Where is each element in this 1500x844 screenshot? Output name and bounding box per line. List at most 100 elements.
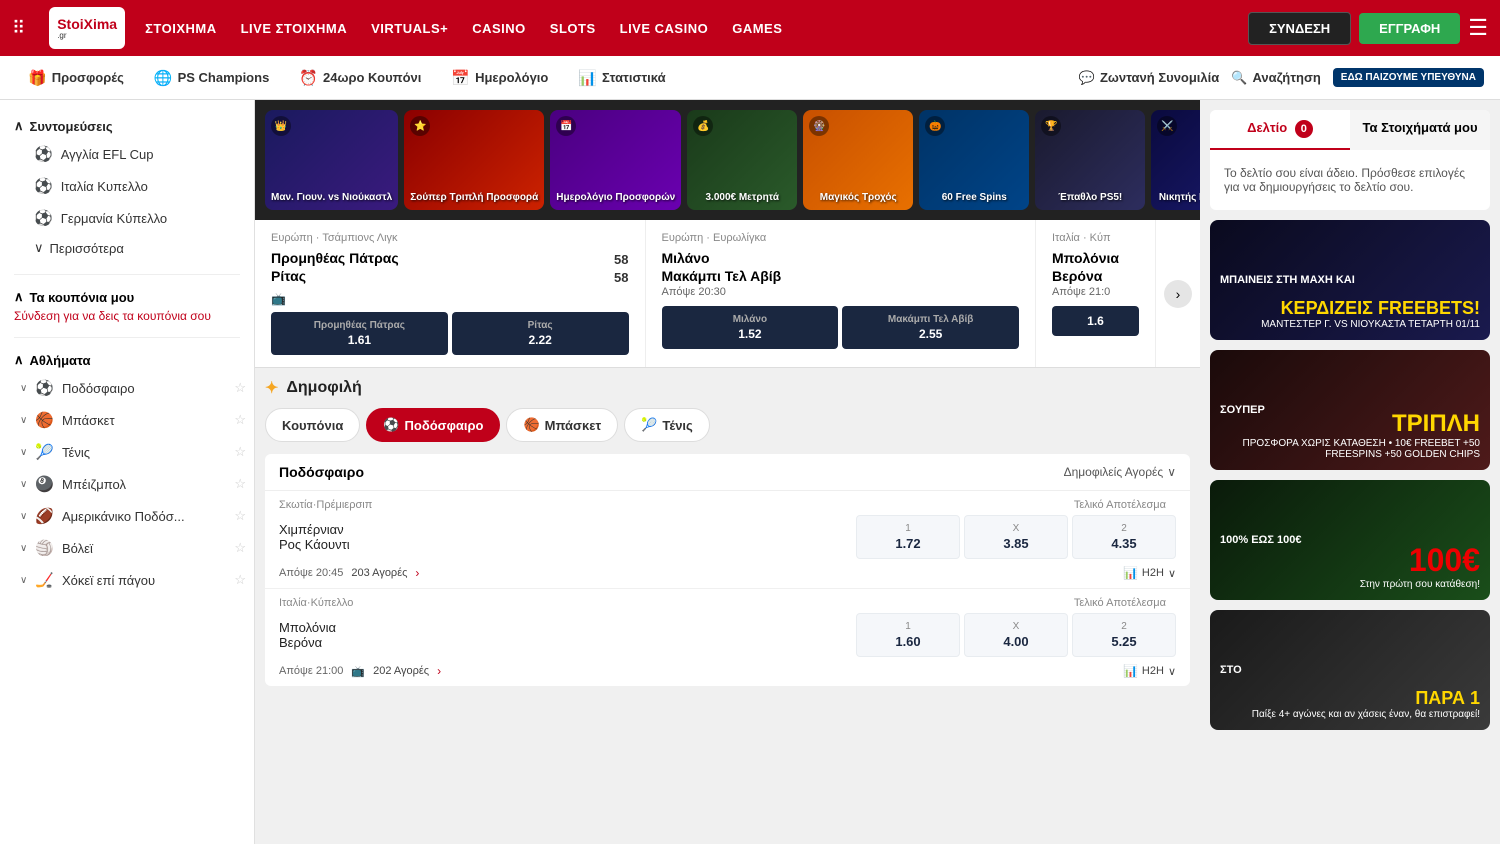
coupons-title[interactable]: ∧ Τα κουπόνια μου [14,289,240,305]
promo-banner-1[interactable]: ΤΡΙΠΛΗ ΠΡΟΣΦΟΡΑ ΧΩΡΙΣ ΚΑΤΑΘΕΣΗ • 10€ FRE… [1210,350,1490,470]
tab-basketball[interactable]: 🏀 Μπάσκετ [506,408,618,442]
promo-banner-3[interactable]: ΠΑΡΑ 1 Παίξε 4+ αγώνες και αν χάσεις ένα… [1210,610,1490,730]
odd-btn-team2-1[interactable]: Μακάμπι Τελ Αβίβ 2.55 [842,306,1019,349]
tab-football[interactable]: ⚽ Ποδόσφαιρο [366,408,500,442]
promo-card-3[interactable]: 💰 3.000€ Μετρητά [687,110,797,210]
promo-card-2[interactable]: 📅 Ημερολόγιο Προσφορών [550,110,681,210]
tab-couponia[interactable]: Κουπόνια [265,408,360,442]
odds-x-0[interactable]: Χ 3.85 [964,515,1068,559]
star-icon-amfootball[interactable]: ☆ [234,508,246,524]
promo-label-5: 60 Free Spins [942,192,1007,204]
sidebar-item-hockey[interactable]: ∨ 🏒 Χόκεϊ επί πάγου ☆ [0,564,254,596]
promo-icon-4: 🎡 [809,116,829,136]
odd-btn-team1-0[interactable]: Προμηθέας Πάτρας 1.61 [271,312,448,355]
chevron-down-markets: ∨ [1167,465,1176,479]
promo-card-1[interactable]: ⭐ Σούπερ Τριπλή Προσφορά [404,110,544,210]
stats-nav-item[interactable]: 📊 Στατιστικά [566,63,677,93]
grid-icon[interactable]: ⠿ [12,18,25,39]
calendar-nav-item[interactable]: 📅 Ημερολόγιο [439,63,560,93]
banner-left-2: 100% ΕΩΣ 100€ [1220,534,1301,546]
sports-title[interactable]: ∧ Αθλήματα [0,344,254,372]
odds-1-0[interactable]: 1 1.72 [856,515,960,559]
sidebar-divider-1 [14,274,240,275]
more-label: Περισσότερα [50,241,124,256]
odds-2-1[interactable]: 2 5.25 [1072,613,1176,657]
sidebar-item-germany-label: Γερμανία Κύπελλο [61,211,167,226]
login-button[interactable]: ΣΥΝΔΕΣΗ [1248,12,1351,45]
sidebar-item-baseball[interactable]: ∨ 🎱 Μπέιζμπολ ☆ [0,468,254,500]
tab-tennis[interactable]: 🎾 Τένις [624,408,710,442]
nav-live[interactable]: LIVE ΣΤΟΙΧΗΜΑ [241,21,348,36]
sidebar-item-tennis[interactable]: ∨ 🎾 Τένις ☆ [0,436,254,468]
odds-x-1[interactable]: Χ 4.00 [964,613,1068,657]
promo-icon-7: ⚔️ [1157,116,1177,136]
sidebar-item-italy-cup[interactable]: ⚽ Ιταλία Κυπελλο [14,170,240,202]
logo[interactable]: StoiXima .gr [49,7,125,49]
chevron-down-icon: ∨ [34,240,44,256]
nav-games[interactable]: GAMES [732,21,782,36]
nav-stoixima[interactable]: ΣΤΟΙΧΗΜΑ [145,21,217,36]
row-h2h-0[interactable]: 📊 H2H ∨ [1123,566,1176,580]
stats-icon: 📊 [578,69,597,87]
search-button[interactable]: 🔍 Αναζήτηση [1231,70,1321,86]
register-button[interactable]: ΕΓΓΡΑΦΗ [1359,13,1460,44]
banner-title-2: 100€ [1409,542,1480,579]
sidebar-item-football[interactable]: ∨ ⚽ Ποδόσφαιρο ☆ [0,372,254,404]
promo-card-7[interactable]: ⚔️ Νικητής Εβδομάδας [1151,110,1200,210]
popular-tabs: Κουπόνια ⚽ Ποδόσφαιρο 🏀 Μπάσκετ 🎾 Τένις [265,408,1190,442]
promo-label-1: Σούπερ Τριπλή Προσφορά [410,192,538,204]
odds-2-0[interactable]: 2 4.35 [1072,515,1176,559]
hamburger-icon[interactable]: ☰ [1468,15,1488,41]
coupons-login-link[interactable]: Σύνδεση για να δεις τα κουπόνια σου [14,309,240,323]
sidebar-item-americanfootball[interactable]: ∨ 🏈 Αμερικάνικο Ποδόσ... ☆ [0,500,254,532]
promo-nav-item[interactable]: 🎁 Προσφορές [16,63,136,93]
row-markets-1[interactable]: 202 Αγορές [373,665,429,677]
chevron-down-icon-volleyball: ∨ [20,543,27,554]
live-chat-button[interactable]: 💬 Ζωντανή Συνομιλία [1079,70,1220,86]
promo-card-6[interactable]: 🏆 Έπαθλο PS5! [1035,110,1145,210]
match-league-2: Ιταλία · Κύπ [1052,232,1139,244]
sidebar-item-germany-cup[interactable]: ⚽ Γερμανία Κύπελλο [14,202,240,234]
top-nav: ⠿ StoiXima .gr ΣΤΟΙΧΗΜΑ LIVE ΣΤΟΙΧΗΜΑ VI… [0,0,1500,56]
popular-markets-dropdown[interactable]: Δημοφιλείς Αγορές ∨ [1064,465,1176,479]
nav-virtuals[interactable]: VIRTUALS+ [371,21,448,36]
row-markets-0[interactable]: 203 Αγορές [351,567,407,579]
sidebar-item-efl[interactable]: ⚽ Αγγλία EFL Cup [14,138,240,170]
nav-live-casino[interactable]: LIVE CASINO [620,21,709,36]
promo-card-5[interactable]: 🎃 60 Free Spins [919,110,1029,210]
promo-banner-2[interactable]: 100€ Στην πρώτη σου κατάθεση! 100% ΕΩΣ 1… [1210,480,1490,600]
betslip-tab-mybets[interactable]: Τα Στοιχήματά μου [1350,110,1490,150]
ps-champions-nav-item[interactable]: 🌐 PS Champions [142,63,281,93]
star-icon-volleyball[interactable]: ☆ [234,540,246,556]
star-icon-hockey[interactable]: ☆ [234,572,246,588]
soccer-icon: ⚽ [34,145,53,163]
coupon-nav-item[interactable]: ⏰ 24ωρο Κουπόνι [287,63,433,93]
panel-next-button[interactable]: › [1164,280,1192,308]
star-icon-basketball[interactable]: ☆ [234,412,246,428]
banner-left-1: ΣΟΥΠΕΡ [1220,404,1265,416]
odd-btn-team1-1[interactable]: Μιλάνο 1.52 [662,306,839,349]
promo-label: Προσφορές [52,70,124,85]
match-team2-0: Ρίτας [271,268,306,284]
live-chat-label: Ζωντανή Συνομιλία [1100,70,1219,85]
odd-btn-team2-0[interactable]: Ρίτας 2.22 [452,312,629,355]
odd-btn-2[interactable]: 1.6 [1052,306,1139,336]
star-icon-tennis[interactable]: ☆ [234,444,246,460]
team-names-1: Μπολόνια Βερόνα [279,620,846,650]
nav-slots[interactable]: SLOTS [550,21,596,36]
promo-card-4[interactable]: 🎡 Μαγικός Τροχός [803,110,913,210]
match-row-footer-1: Απόψε 21:00 📺 202 Αγορές › 📊 H2H ∨ [265,661,1190,686]
promo-card-0[interactable]: 👑 Μαν. Γιουν. vs Νιούκαστλ [265,110,398,210]
star-icon-football[interactable]: ☆ [234,380,246,396]
star-icon-baseball[interactable]: ☆ [234,476,246,492]
row-h2h-1[interactable]: 📊 H2H ∨ [1123,664,1176,678]
sidebar-item-basketball[interactable]: ∨ 🏀 Μπάσκετ ☆ [0,404,254,436]
odds-1-1[interactable]: 1 1.60 [856,613,960,657]
sidebar-item-volleyball[interactable]: ∨ 🏐 Βόλεϊ ☆ [0,532,254,564]
sidebar-shortcuts-header[interactable]: ∧ Συντομεύσεις [14,110,240,138]
nav-casino[interactable]: CASINO [472,21,526,36]
shortcuts-label: Συντομεύσεις [30,119,113,134]
promo-banner-0[interactable]: ΚΕΡΔΙΖΕΙΣ FREEBETS! ΜΑΝΤΕΣΤΕΡ Γ. VS ΝΙΟΥ… [1210,220,1490,340]
sidebar-more-link[interactable]: ∨ Περισσότερα [14,234,240,262]
betslip-tab-delta[interactable]: Δελτίο 0 [1210,110,1350,150]
